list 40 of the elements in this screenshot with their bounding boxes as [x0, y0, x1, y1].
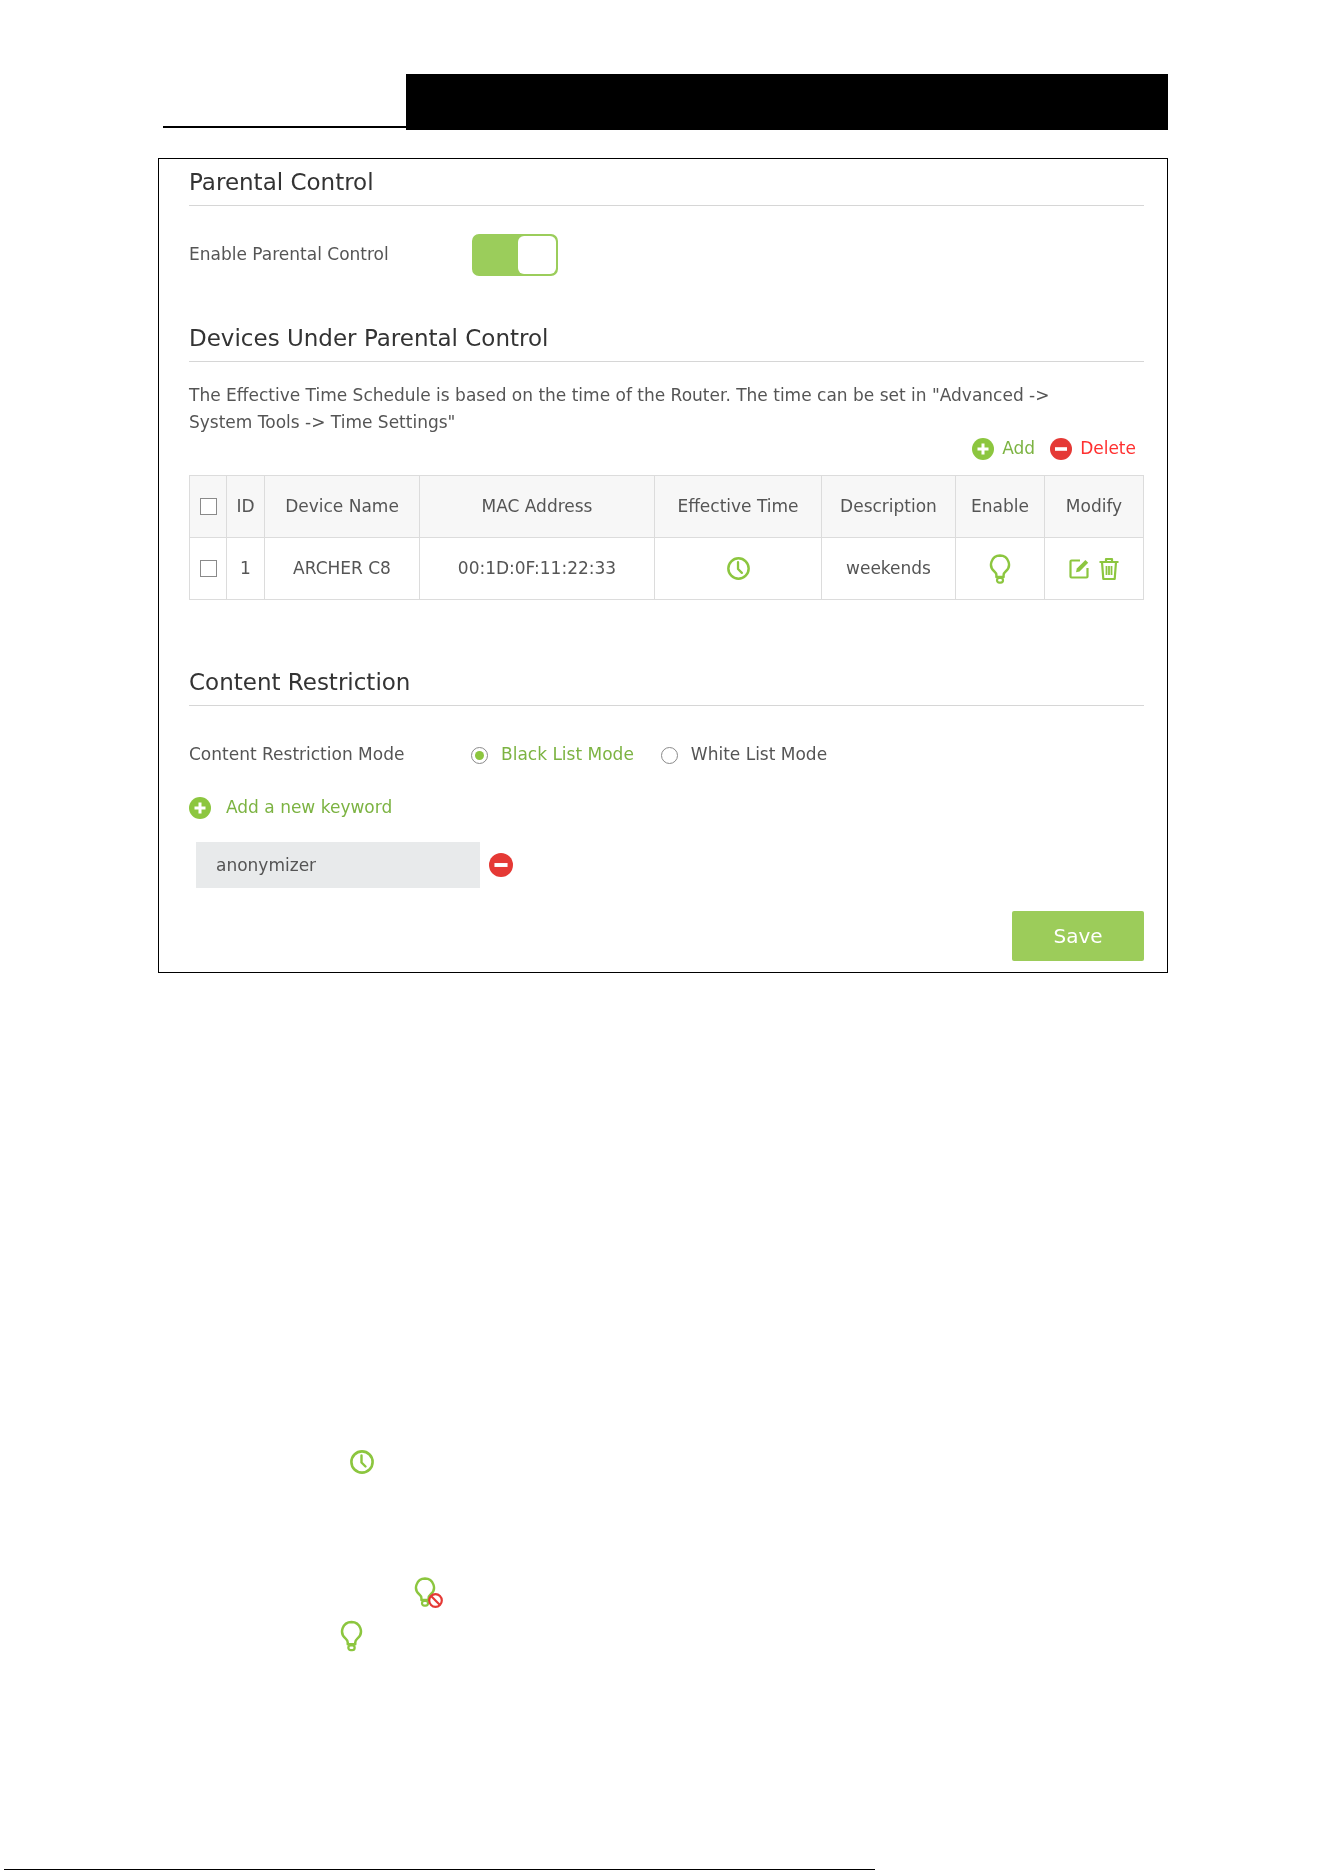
column-header: Effective Time [654, 475, 822, 538]
table-cell: weekends [821, 537, 956, 600]
trash-icon[interactable] [1098, 556, 1120, 581]
section-title: Parental Control [189, 168, 1144, 206]
radio-option[interactable]: White List Mode [660, 742, 828, 768]
column-header: Device Name [264, 475, 420, 538]
remove-keyword-button[interactable] [489, 853, 513, 877]
column-header: ID [226, 475, 265, 538]
plus-circle-icon [189, 797, 211, 819]
table-cell: 00:1D:0F:11:22:33 [419, 537, 655, 600]
add-keyword-button[interactable]: Add a new keyword [189, 796, 393, 820]
plus-circle-icon [972, 438, 995, 460]
checkbox[interactable] [199, 560, 217, 577]
column-header: MAC Address [419, 475, 655, 538]
lightbulb-prohibited-icon [414, 1577, 443, 1608]
field-label: Enable Parental Control [189, 243, 390, 267]
radio-button[interactable] [660, 746, 678, 764]
minus-circle-icon [489, 853, 513, 877]
column-header: Description [821, 475, 956, 538]
add-button[interactable]: Add [972, 436, 1036, 462]
toggle-switch[interactable] [472, 234, 558, 276]
table-cell: ARCHER C8 [264, 537, 420, 600]
info-text: The Effective Time Schedule is based on the time of the Router. The time can be set in "Advanced -> System Tools -> Time Settings" [189, 384, 1051, 434]
minus-circle-icon [1050, 438, 1073, 460]
field-label: Content Restriction Mode [189, 743, 406, 767]
section-title: Devices Under Parental Control [189, 324, 1144, 362]
column-header: Enable [955, 475, 1045, 538]
keyword-input[interactable]: anonymizer [196, 842, 480, 888]
lightbulb-icon [340, 1620, 363, 1652]
clock-icon [350, 1450, 374, 1474]
edit-icon[interactable] [1068, 557, 1090, 580]
save-button[interactable]: Save [1012, 911, 1144, 961]
radio-option[interactable]: Black List Mode [471, 742, 634, 768]
checkbox[interactable] [199, 498, 217, 515]
radio-button[interactable] [471, 746, 488, 764]
section-title: Content Restriction [189, 668, 1144, 706]
table-cell: 1 [226, 537, 265, 600]
delete-button[interactable]: Delete [1050, 436, 1136, 462]
clock-icon [726, 557, 750, 580]
column-header: Modify [1044, 475, 1144, 538]
